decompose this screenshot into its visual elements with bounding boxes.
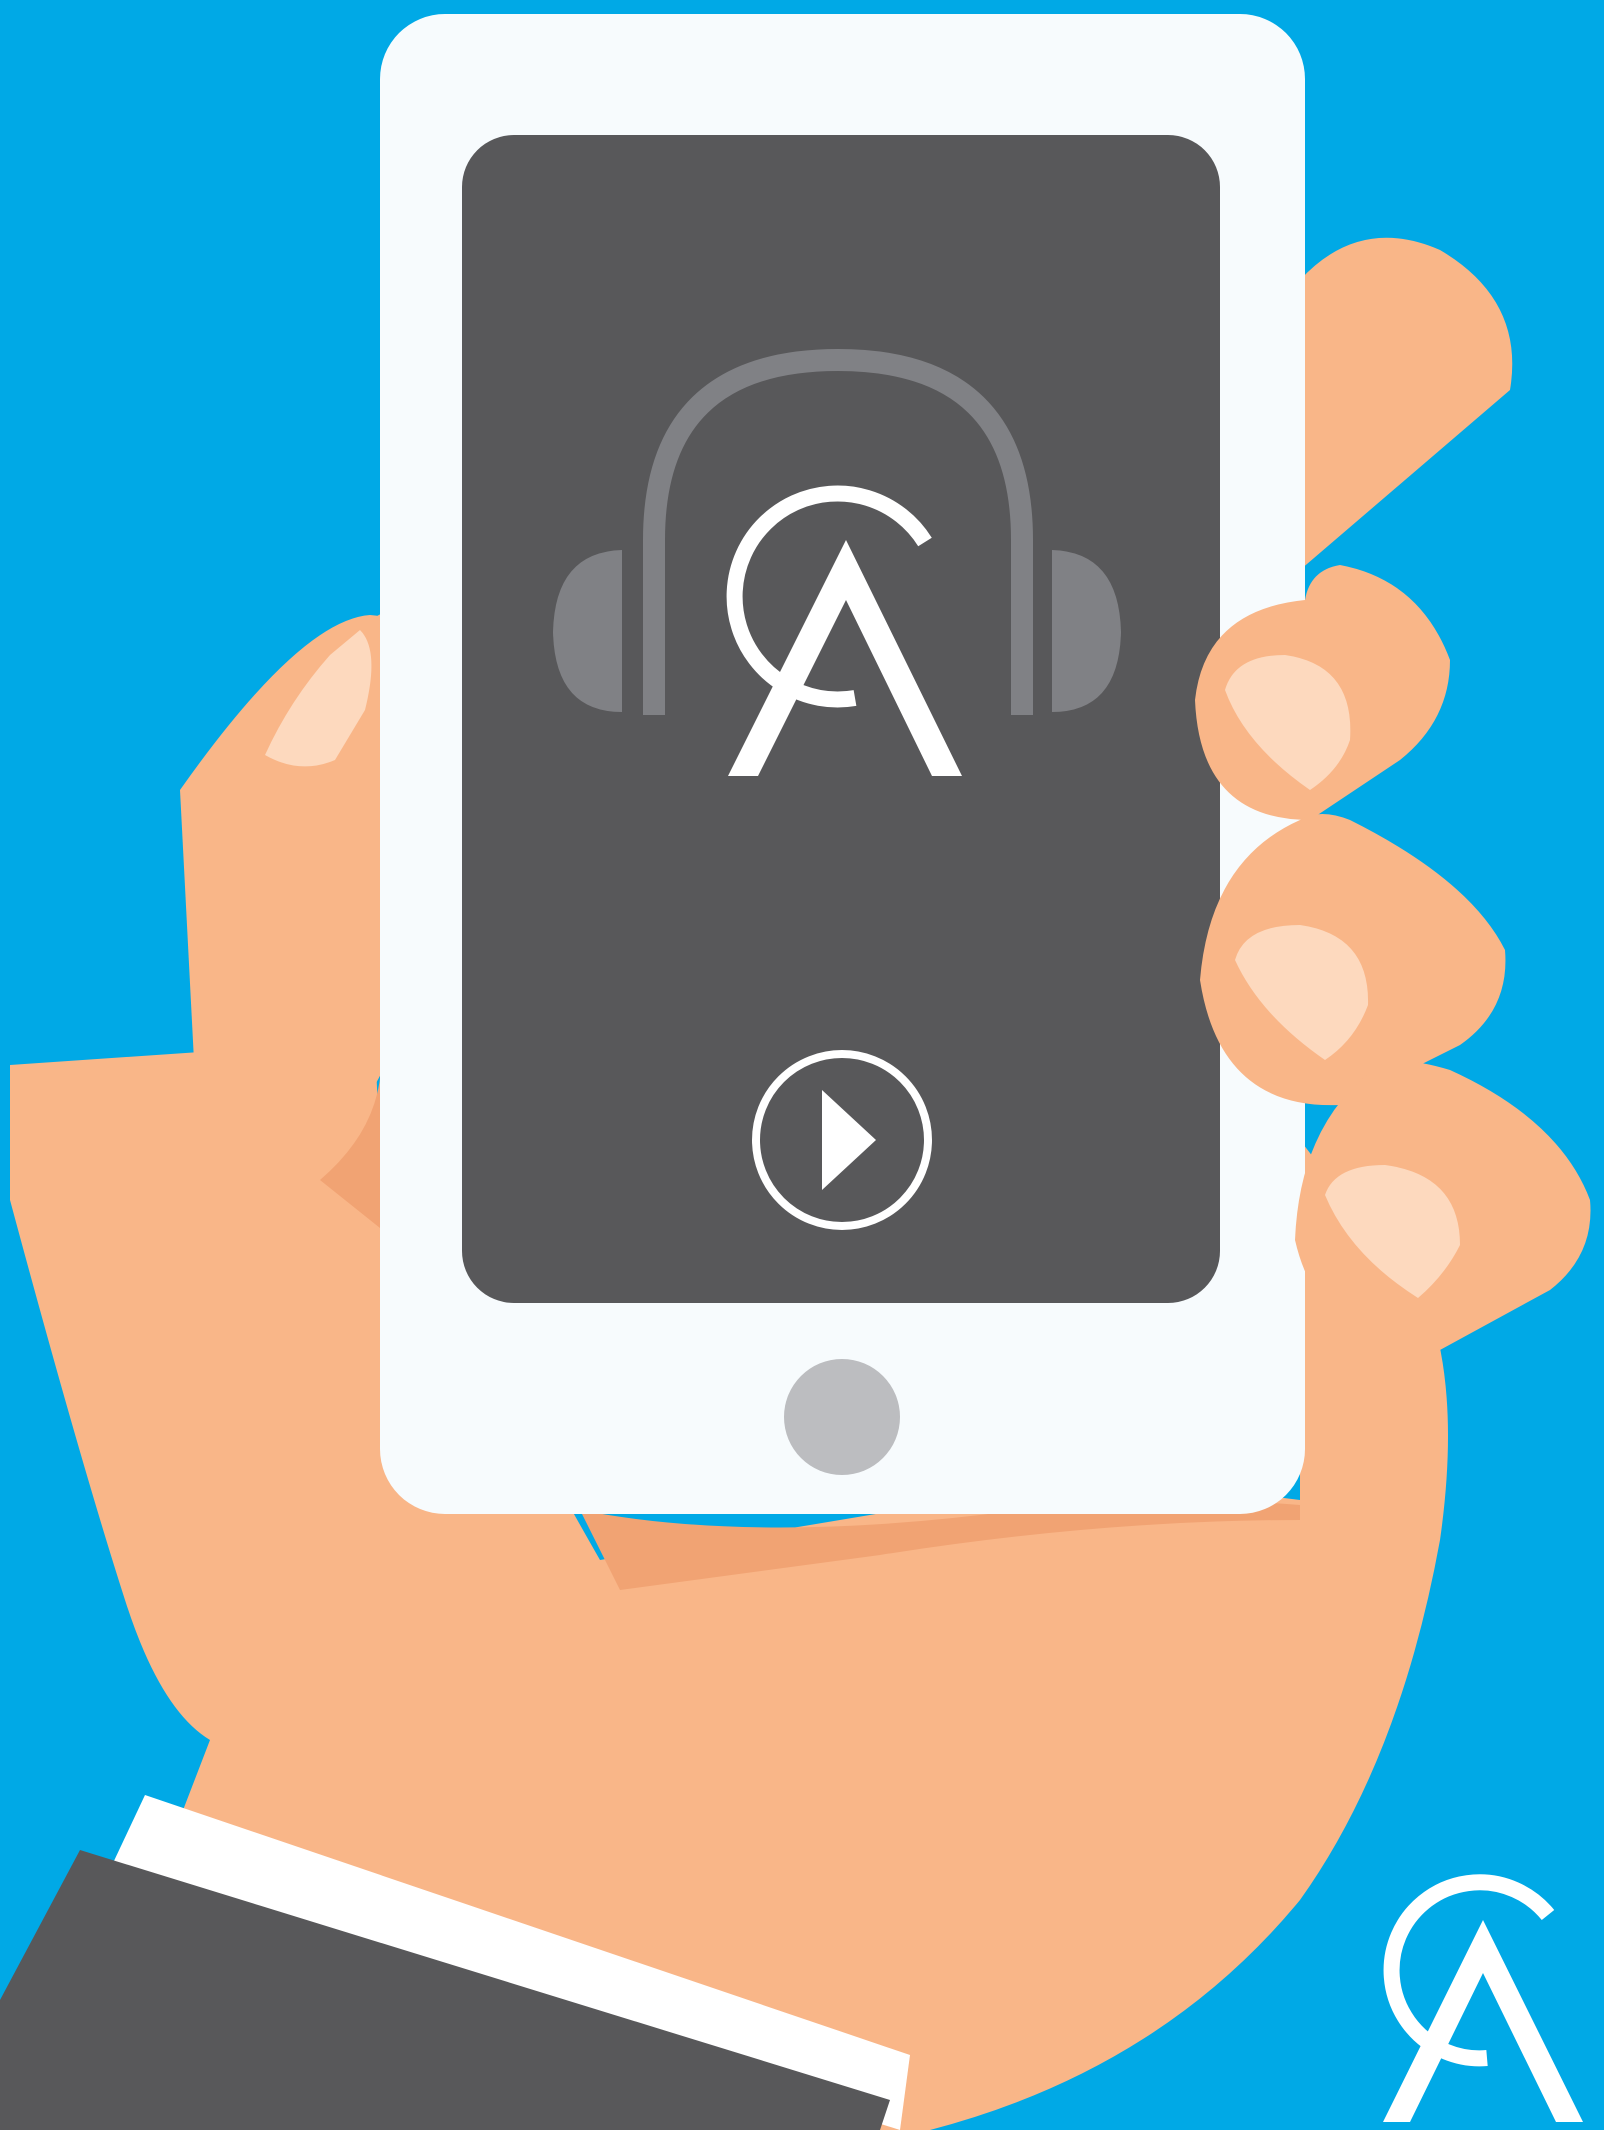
illustration: CA bbox=[0, 0, 1604, 2130]
home-button[interactable] bbox=[784, 1359, 900, 1475]
scene-svg bbox=[0, 0, 1604, 2130]
